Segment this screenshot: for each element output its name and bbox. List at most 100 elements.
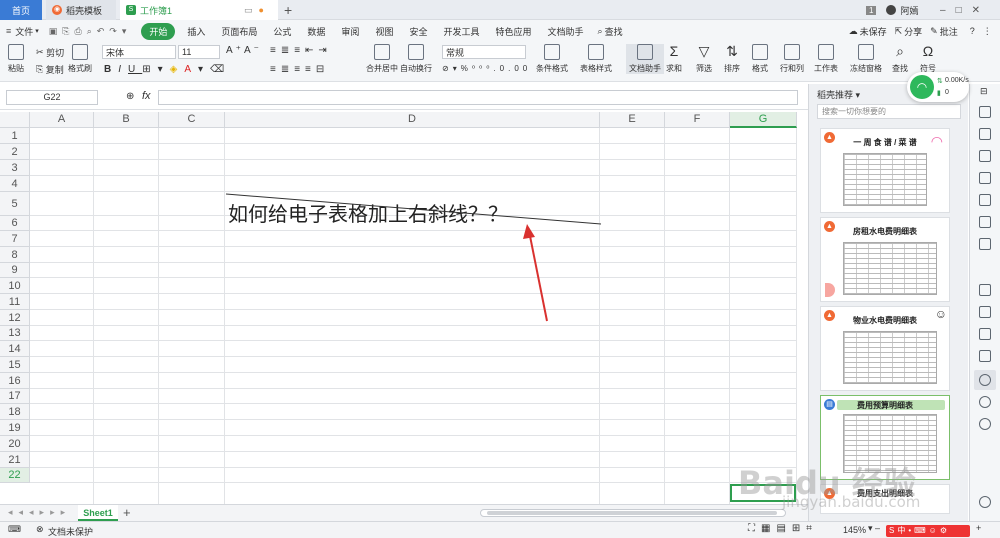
pdf-icon[interactable] [979, 328, 991, 340]
help-side-icon[interactable] [979, 418, 991, 430]
protect-status[interactable]: 文档未保护 [48, 525, 93, 538]
spreadsheet-grid[interactable]: A B C D E F G 1 2 3 4 5 6 7 8 9 10 11 12 13 14 15 16 17 18 19 20 21… [0, 112, 797, 504]
table-style-button[interactable]: 表格样式 [580, 44, 612, 74]
sort-button[interactable]: ⇅ 排序 [724, 44, 740, 74]
unsaved-status[interactable]: 未保存 [860, 25, 887, 38]
avatar[interactable] [886, 5, 897, 15]
history-icon[interactable] [979, 396, 991, 408]
tab-workbook[interactable]: S 工作簿1 ▭ ● [120, 0, 278, 20]
maximize-icon[interactable]: □ [956, 5, 972, 16]
help-icon[interactable]: ? [970, 26, 975, 36]
notification-badge[interactable]: 1 [866, 5, 877, 15]
font-style-buttons[interactable]: B I U ⊞▾ ◈ A ▾⌫ [104, 64, 231, 75]
name-box[interactable]: G22 [6, 90, 98, 105]
menu-start[interactable]: 开始 [141, 22, 176, 40]
tab-home[interactable]: 首页 [0, 0, 42, 20]
cut-button[interactable]: ✂ 剪切 [36, 46, 64, 59]
align-horizontal-buttons[interactable]: ≡≣≡≡⊟ [270, 64, 329, 75]
menu-view[interactable]: 视图 [375, 25, 393, 38]
menu-special[interactable]: 特色应用 [495, 25, 531, 38]
menu-formula[interactable]: 公式 [273, 25, 291, 38]
select-icon[interactable] [979, 106, 991, 118]
cloud-icon[interactable]: ☁ [849, 26, 858, 37]
clipboard-icon[interactable] [979, 284, 991, 296]
menu-doc-helper[interactable]: 文档助手 [548, 25, 584, 38]
worksheet-button[interactable]: 工作表 [814, 44, 838, 74]
comment-icon[interactable]: ✎ [930, 26, 938, 37]
network-widget[interactable]: ◠ ⇅ 0.00K/s ▮ 0 [907, 72, 969, 102]
number-format-select[interactable]: 常规 [442, 45, 526, 59]
horizontal-scrollbar[interactable] [480, 509, 786, 517]
font-grow-shrink[interactable]: A⁺A⁻ [226, 45, 262, 56]
template-search-input[interactable]: 搜索一切你想要的 [817, 104, 961, 119]
image-icon[interactable] [979, 350, 991, 362]
layout-icon[interactable] [979, 194, 991, 206]
unsaved-dot-icon[interactable]: ● [259, 5, 264, 15]
template-card-1[interactable]: ▲ 一 周 食 谱 / 菜 谱 ◠ [820, 128, 950, 213]
fill-icon[interactable] [979, 150, 991, 162]
zoom-formula-icon[interactable]: ⊕ [126, 91, 134, 102]
search-icon[interactable]: ⌕ [598, 26, 603, 37]
symbol-button[interactable]: Ω 符号 [920, 44, 936, 74]
menu-data[interactable]: 数据 [307, 25, 325, 38]
share-button[interactable]: 分享 [904, 25, 922, 38]
menu-review[interactable]: 审阅 [341, 25, 359, 38]
export-icon[interactable] [979, 306, 991, 318]
ime-toolbar[interactable]: S中•⌨☺⚙ [886, 525, 970, 537]
doc-helper-button[interactable]: 文档助手 [626, 44, 664, 74]
zoom-level[interactable]: 145% [843, 525, 866, 535]
share-icon[interactable]: ⇱ [895, 26, 903, 37]
sheet-tab-sheet1[interactable]: Sheet1 [78, 505, 118, 521]
freeze-panes-button[interactable]: 冻结窗格 [850, 44, 882, 74]
template-card-2[interactable]: ▲ 房租水电费明细表 [820, 217, 950, 302]
close-icon[interactable]: ✕ [972, 5, 990, 16]
table-icon[interactable] [979, 172, 991, 184]
sheet-nav-arrows[interactable]: ◂◂◂▸▸▸ [8, 507, 71, 518]
hamburger-icon[interactable]: ≡ [6, 26, 11, 36]
new-tab-button[interactable]: + [284, 0, 292, 20]
template-card-3[interactable]: ▲ 物业水电费明细表 ☺ [820, 306, 950, 391]
conditional-format-button[interactable]: 条件格式 [536, 44, 568, 74]
chat-icon[interactable] [979, 496, 991, 508]
number-format-buttons[interactable]: ⊘▾%⁰⁰⁰.0.00 [442, 64, 531, 73]
merge-center-button[interactable]: 合并居中 [366, 44, 398, 74]
resize-icon[interactable] [979, 216, 991, 228]
comment-button[interactable]: 批注 [940, 25, 958, 38]
quick-access-icons[interactable]: ▣⎘⎙⌕↶↷▾ [49, 26, 132, 37]
scrollbar-thumb[interactable] [487, 511, 777, 515]
tab-display-icon[interactable]: ▭ [244, 5, 253, 16]
user-name[interactable]: 阿嫣 [900, 4, 918, 17]
font-name-select[interactable]: 宋体 [102, 45, 176, 59]
wrap-text-button[interactable]: 自动换行 [400, 44, 432, 74]
menu-developer[interactable]: 开发工具 [443, 25, 479, 38]
sum-button[interactable]: Σ 求和 [666, 44, 682, 74]
format-painter-button[interactable]: 格式刷 [68, 44, 92, 74]
more-icon[interactable]: ⋮ [983, 26, 992, 37]
daoke-side-icon[interactable] [979, 374, 991, 386]
fx-button[interactable]: fx [142, 90, 151, 102]
menu-search[interactable]: 查找 [605, 25, 623, 38]
zoom-slider-arrow[interactable]: ▾ – [868, 523, 880, 534]
menu-page-layout[interactable]: 页面布局 [221, 25, 257, 38]
collapse-panel-icon[interactable]: ⊟ [980, 86, 988, 97]
chevron-down-icon[interactable]: ▾ [35, 27, 39, 35]
format-button[interactable]: 格式 [752, 44, 768, 74]
menu-security[interactable]: 安全 [409, 25, 427, 38]
rows-cols-button[interactable]: 行和列 [780, 44, 804, 74]
grid-icon[interactable] [979, 238, 991, 250]
minimize-icon[interactable]: – [940, 5, 956, 16]
menu-insert[interactable]: 插入 [187, 25, 205, 38]
align-top-buttons[interactable]: ≡≣≡⇤⇥ [270, 45, 332, 56]
filter-button[interactable]: ▽ 筛选 [696, 44, 712, 74]
find-button[interactable]: ⌕ 查找 [892, 44, 908, 74]
tab-template[interactable]: ◉ 稻壳模板 [46, 0, 116, 20]
keyboard-icon[interactable]: ⌨ [8, 524, 21, 535]
formula-input[interactable] [158, 90, 798, 105]
view-mode-icons[interactable]: ⛶▦▤⊞⌗ [748, 523, 818, 534]
copy-button[interactable]: ⎘ 复制 [36, 63, 64, 76]
paste-button[interactable]: 粘贴 [8, 44, 24, 74]
shapes-icon[interactable] [979, 128, 991, 140]
font-size-select[interactable]: 11 [178, 45, 220, 59]
add-sheet-button[interactable]: + [123, 505, 131, 520]
zoom-in-icon[interactable]: + [976, 523, 981, 533]
